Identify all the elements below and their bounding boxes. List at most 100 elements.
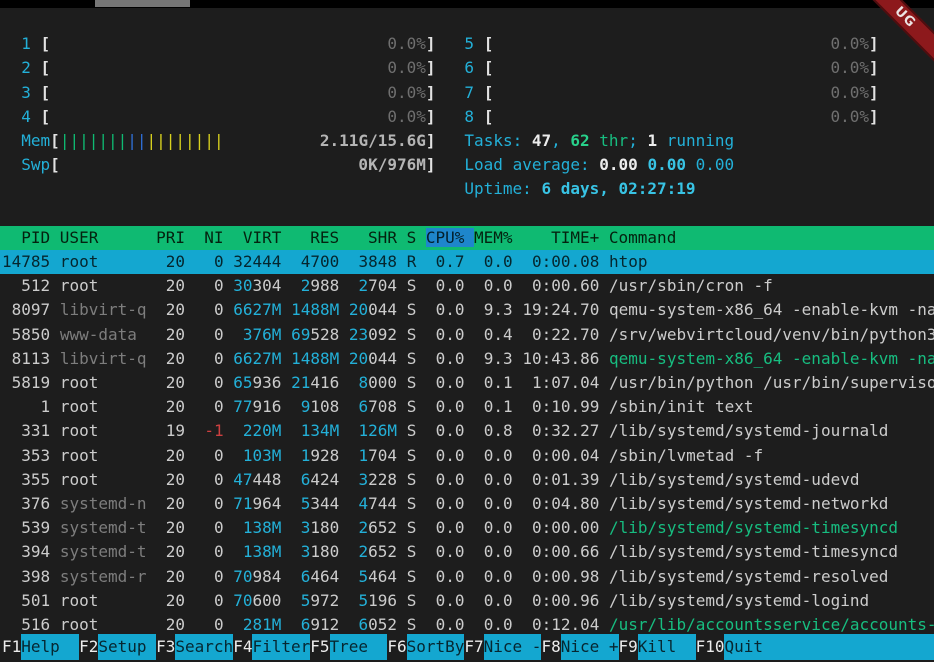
- fkey-quit[interactable]: F10Quit: [696, 634, 934, 660]
- spacer: [474, 34, 484, 53]
- process-row[interactable]: 539 systemd-t 20 0 138M 3180 2652 S 0.0 …: [0, 516, 934, 540]
- meter-bracket: [: [41, 107, 51, 126]
- terminal: 1 [ 0.0%] 5 [ 0.0%] 2 [ 0.0%] 6 [ 0.0%] …: [0, 8, 934, 634]
- cpu-meter-value: 0.0%: [493, 34, 869, 53]
- tasks-sep: ;: [628, 131, 647, 150]
- cell-time: 0:22.70: [522, 325, 599, 344]
- column-header-command[interactable]: Command: [609, 228, 676, 247]
- spacer: [416, 252, 426, 271]
- cell-virt: 77: [233, 397, 252, 416]
- column-header-shr[interactable]: SHR: [349, 228, 407, 247]
- spacer: [185, 325, 195, 344]
- process-row[interactable]: 14785 root 20 0 32444 4700 3848 R 0.7 0.…: [0, 250, 934, 274]
- process-row[interactable]: 501 root 20 0 70600 5972 5196 S 0.0 0.0 …: [0, 589, 934, 613]
- process-row[interactable]: 394 systemd-t 20 0 138M 3180 2652 S 0.0 …: [0, 540, 934, 564]
- column-header-cpu[interactable]: CPU%: [426, 228, 474, 247]
- cpu-meter-value: 0.0%: [493, 58, 869, 77]
- column-header-time[interactable]: TIME+: [522, 228, 609, 247]
- spacer: [416, 542, 426, 561]
- fkey-nice[interactable]: F8Nice +: [541, 634, 618, 660]
- cell-res: 3: [291, 518, 310, 537]
- spacer: [465, 446, 475, 465]
- spacer: [599, 446, 609, 465]
- spacer: [224, 421, 234, 440]
- column-header-user[interactable]: USER: [60, 228, 156, 247]
- process-row[interactable]: 353 root 20 0 103M 1928 1704 S 0.0 0.0 0…: [0, 444, 934, 468]
- process-row[interactable]: 1 root 20 0 77916 9108 6708 S 0.0 0.1 0:…: [0, 395, 934, 419]
- spacer: [436, 155, 465, 174]
- cell-shr: 044: [368, 300, 397, 319]
- cell-time: 19:24.70: [522, 300, 599, 319]
- process-row[interactable]: 355 root 20 0 47448 6424 3228 S 0.0 0.0 …: [0, 468, 934, 492]
- cell-command: /lib/systemd/systemd-journald: [609, 421, 888, 440]
- cell-res: 6: [291, 567, 310, 586]
- spacer: [513, 397, 523, 416]
- cell-user: systemd-t: [60, 518, 147, 537]
- column-header-res[interactable]: RES: [291, 228, 349, 247]
- spacer: [281, 252, 291, 271]
- spacer: [513, 494, 523, 513]
- cell-mem-percent: 0.0: [474, 542, 513, 561]
- cell-command: /usr/sbin/cron -f: [609, 276, 773, 295]
- load-average-label: Load average:: [464, 155, 599, 174]
- spacer: [50, 373, 60, 392]
- column-header-mem[interactable]: MEM%: [474, 228, 522, 247]
- cell-shr: 704: [368, 446, 397, 465]
- process-row[interactable]: 376 systemd-n 20 0 71964 5344 4744 S 0.0…: [0, 492, 934, 516]
- cell-priority: 20: [156, 397, 185, 416]
- fkey-filter[interactable]: F4Filter: [233, 634, 310, 660]
- column-header-ni[interactable]: NI: [195, 228, 234, 247]
- spacer: [599, 542, 609, 561]
- column-header-pri[interactable]: PRI: [156, 228, 195, 247]
- spacer: [339, 494, 349, 513]
- swp-meter-label: Swp: [21, 155, 50, 174]
- spacer: [465, 542, 475, 561]
- cell-pid: 14785: [2, 252, 50, 271]
- column-header-virt[interactable]: VIRT: [233, 228, 291, 247]
- cell-shr: 704: [368, 276, 397, 295]
- fkey-number: F5: [310, 634, 329, 660]
- fkey-sortby[interactable]: F6SortBy: [387, 634, 464, 660]
- process-row[interactable]: 512 root 20 0 30304 2988 2704 S 0.0 0.0 …: [0, 274, 934, 298]
- fkey-search[interactable]: F3Search: [156, 634, 233, 660]
- process-row[interactable]: 5819 root 20 0 65936 21416 8000 S 0.0 0.…: [0, 371, 934, 395]
- cell-mem-percent: 0.0: [474, 276, 513, 295]
- cell-res: 972: [310, 591, 339, 610]
- cell-priority: 20: [156, 518, 185, 537]
- fkey-help[interactable]: F1Help: [2, 634, 79, 660]
- meter-bracket: ]: [869, 34, 879, 53]
- cell-command: /lib/systemd/systemd-networkd: [609, 494, 888, 513]
- fkey-nice[interactable]: F7Nice -: [464, 634, 541, 660]
- cell-user: root: [60, 421, 147, 440]
- process-row[interactable]: 8097 libvirt-q 20 0 6627M 1488M 20044 S …: [0, 298, 934, 322]
- process-row[interactable]: 398 systemd-r 20 0 70984 6464 5464 S 0.0…: [0, 565, 934, 589]
- spacer: [397, 470, 407, 489]
- spacer: [474, 83, 484, 102]
- cell-pid: 331: [2, 421, 50, 440]
- fkey-tree[interactable]: F5Tree: [310, 634, 387, 660]
- cell-res: 4: [291, 252, 310, 271]
- process-row[interactable]: 5850 www-data 20 0 376M 69528 23092 S 0.…: [0, 323, 934, 347]
- cpu-meter-value: 0.0%: [493, 107, 869, 126]
- fkey-kill[interactable]: F9Kill: [619, 634, 696, 660]
- spacer: [436, 34, 465, 53]
- spacer: [50, 591, 60, 610]
- spacer: [31, 107, 41, 126]
- cell-mem-percent: 0.1: [474, 373, 513, 392]
- cell-mem-percent: 0.1: [474, 397, 513, 416]
- column-header-pid[interactable]: PID: [2, 228, 60, 247]
- cell-priority: 20: [156, 591, 185, 610]
- fkey-setup[interactable]: F2Setup: [79, 634, 156, 660]
- cell-mem-percent: 0.0: [474, 470, 513, 489]
- process-row[interactable]: 8113 libvirt-q 20 0 6627M 1488M 20044 S …: [0, 347, 934, 371]
- spacer: [416, 470, 426, 489]
- spacer: [397, 300, 407, 319]
- cell-res: 5: [291, 494, 310, 513]
- cell-nice: 0: [195, 446, 224, 465]
- column-header-s[interactable]: S: [407, 228, 426, 247]
- process-row[interactable]: 331 root 19 -1 220M 134M 126M S 0.0 0.8 …: [0, 419, 934, 443]
- cell-time: 0:00.98: [522, 567, 599, 586]
- cell-mem-percent: 0.0: [474, 615, 513, 634]
- spacer: [224, 349, 234, 368]
- cpu-meter-label: 7: [464, 83, 474, 102]
